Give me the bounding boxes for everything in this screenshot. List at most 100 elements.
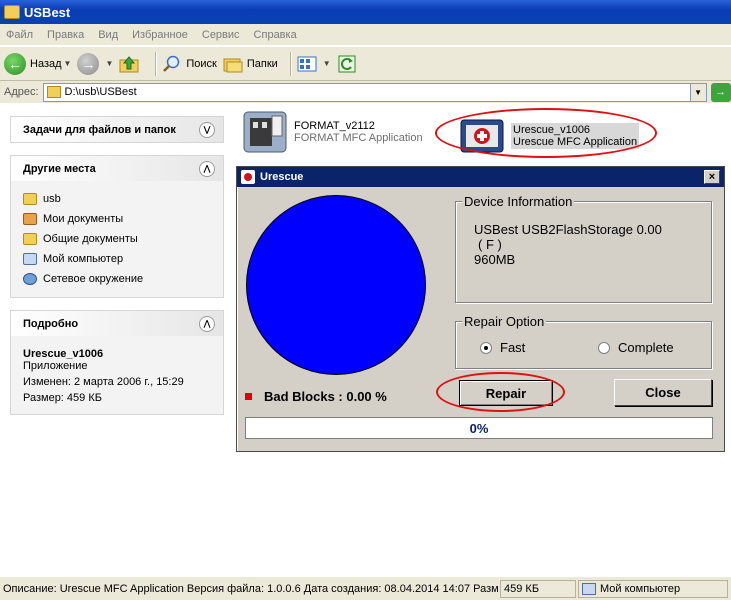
place-label: usb <box>43 193 61 205</box>
urescue-icon <box>241 170 255 184</box>
toolbar-separator <box>155 51 157 76</box>
status-location: Мой компьютер <box>578 579 728 598</box>
menu-view[interactable]: Вид <box>98 29 118 41</box>
menu-tools[interactable]: Сервис <box>202 29 240 41</box>
details-size: Размер: 459 КБ <box>23 392 102 404</box>
place-label: Сетевое окружение <box>43 273 144 285</box>
refresh-button[interactable] <box>337 55 361 73</box>
collapse-icon[interactable]: ⋀ <box>199 160 215 177</box>
highlight-oval <box>436 372 565 412</box>
views-button[interactable]: ▼ <box>297 55 331 73</box>
address-label: Адрес: <box>4 86 39 98</box>
chevron-down-icon: ▼ <box>105 59 114 68</box>
other-places-header[interactable]: Другие места ⋀ <box>11 156 223 181</box>
address-bar: Адрес: D:\usb\USBest ▼ → <box>0 81 731 103</box>
place-network[interactable]: Сетевое окружение <box>23 269 211 289</box>
details-file-name: Urescue_v1006 <box>23 348 104 360</box>
computer-icon <box>23 253 37 265</box>
back-button[interactable]: ← Назад ▼ <box>4 52 72 75</box>
network-icon <box>23 273 37 285</box>
status-size: 459 КБ <box>500 579 576 598</box>
tasks-panel-header[interactable]: Задачи для файлов и папок ⋁ <box>11 117 223 142</box>
shared-folder-icon <box>23 233 37 245</box>
urescue-dialog: Urescue × Device Information USBest USB2… <box>236 166 725 452</box>
tasks-panel: Задачи для файлов и папок ⋁ <box>10 116 224 143</box>
search-icon <box>163 55 180 72</box>
folder-icon <box>4 5 20 19</box>
bad-blocks-label: Bad Blocks : 0.00 % <box>264 389 387 404</box>
details-header[interactable]: Подробно ⋀ <box>11 311 223 336</box>
up-folder-icon <box>119 55 139 72</box>
menu-file[interactable]: Файл <box>6 29 33 41</box>
folders-icon <box>223 58 243 72</box>
place-label: Мои документы <box>43 213 124 225</box>
place-usb[interactable]: usb <box>23 189 211 209</box>
repair-option-group: Repair Option Fast Complete <box>455 314 712 369</box>
device-line-3: 960MB <box>474 252 516 267</box>
status-location-label: Мой компьютер <box>600 582 681 595</box>
file-name: FORMAT_v2112 <box>294 120 375 132</box>
details-panel: Подробно ⋀ Urescue_v1006 Приложение Изме… <box>10 310 224 415</box>
search-button[interactable]: Поиск <box>162 55 217 73</box>
device-line-2: ( F ) <box>478 237 502 252</box>
menu-bar: Файл Правка Вид Избранное Сервис Справка <box>0 24 731 46</box>
status-description: Описание: Urescue MFC Application Версия… <box>3 582 498 595</box>
other-places-title: Другие места <box>23 162 96 175</box>
address-dropdown-button[interactable]: ▼ <box>689 83 706 101</box>
format-app-icon <box>243 111 287 153</box>
chevron-down-icon: ▼ <box>322 59 331 68</box>
forward-button[interactable]: → ▼ <box>77 52 114 75</box>
back-label: Назад <box>30 57 62 70</box>
folders-button[interactable]: Папки <box>223 55 278 73</box>
radio-unselected-icon <box>598 341 610 354</box>
device-info-title: Device Information <box>462 194 575 209</box>
repair-progress-bar: 0% <box>245 417 713 439</box>
collapse-icon[interactable]: ⋀ <box>199 315 215 332</box>
toolbar-separator <box>289 51 291 76</box>
complete-label: Complete <box>618 340 674 355</box>
chevron-down-icon: ▼ <box>63 59 72 68</box>
folder-icon <box>23 193 37 205</box>
menu-edit[interactable]: Правка <box>47 29 84 41</box>
go-button[interactable]: → <box>710 82 731 102</box>
repair-option-title: Repair Option <box>462 314 547 329</box>
place-label: Общие документы <box>43 233 138 245</box>
place-my-documents[interactable]: Мои документы <box>23 209 211 229</box>
menu-favorites[interactable]: Избранное <box>132 29 188 41</box>
place-shared-documents[interactable]: Общие документы <box>23 229 211 249</box>
expand-icon[interactable]: ⋁ <box>199 121 215 138</box>
dialog-close-icon[interactable]: × <box>704 170 720 184</box>
fast-radio[interactable]: Fast <box>480 340 525 355</box>
up-folder-button[interactable] <box>119 55 143 73</box>
search-label: Поиск <box>186 57 217 70</box>
place-label: Мой компьютер <box>43 253 124 265</box>
dialog-title: Urescue <box>260 171 304 183</box>
window-title-bar: USBest <box>0 0 731 24</box>
task-pane: Задачи для файлов и папок ⋁ Другие места… <box>0 104 234 576</box>
highlight-oval <box>435 108 657 158</box>
views-icon <box>297 56 317 71</box>
folder-icon <box>46 86 61 98</box>
complete-radio[interactable]: Complete <box>598 340 674 355</box>
window-title: USBest <box>24 4 71 20</box>
menu-help[interactable]: Справка <box>254 29 297 41</box>
file-item-format[interactable]: FORMAT_v2112 FORMAT MFC Application <box>242 110 423 154</box>
my-documents-icon <box>23 213 37 225</box>
close-button[interactable]: Close <box>614 379 712 406</box>
device-info-group: Device Information USBest USB2FlashStora… <box>455 194 712 303</box>
details-title: Подробно <box>23 317 79 330</box>
disk-status-circle <box>246 195 426 375</box>
device-line-1: USBest USB2FlashStorage 0.00 <box>474 222 662 237</box>
address-input[interactable]: D:\usb\USBest ▼ <box>42 82 707 102</box>
forward-arrow-icon: → <box>77 52 100 75</box>
fast-label: Fast <box>500 340 526 355</box>
details-modified: Изменен: 2 марта 2006 г., 15:29 <box>23 376 184 388</box>
toolbar: ← Назад ▼ → ▼ Поиск Папки ▼ <box>0 47 731 81</box>
folders-label: Папки <box>246 57 278 70</box>
bad-blocks-indicator: Bad Blocks : 0.00 % <box>245 389 387 404</box>
place-my-computer[interactable]: Мой компьютер <box>23 249 211 269</box>
refresh-icon <box>338 55 356 72</box>
address-value: D:\usb\USBest <box>64 86 137 98</box>
status-bar: Описание: Urescue MFC Application Версия… <box>0 576 731 600</box>
tasks-panel-title: Задачи для файлов и папок <box>23 123 176 136</box>
